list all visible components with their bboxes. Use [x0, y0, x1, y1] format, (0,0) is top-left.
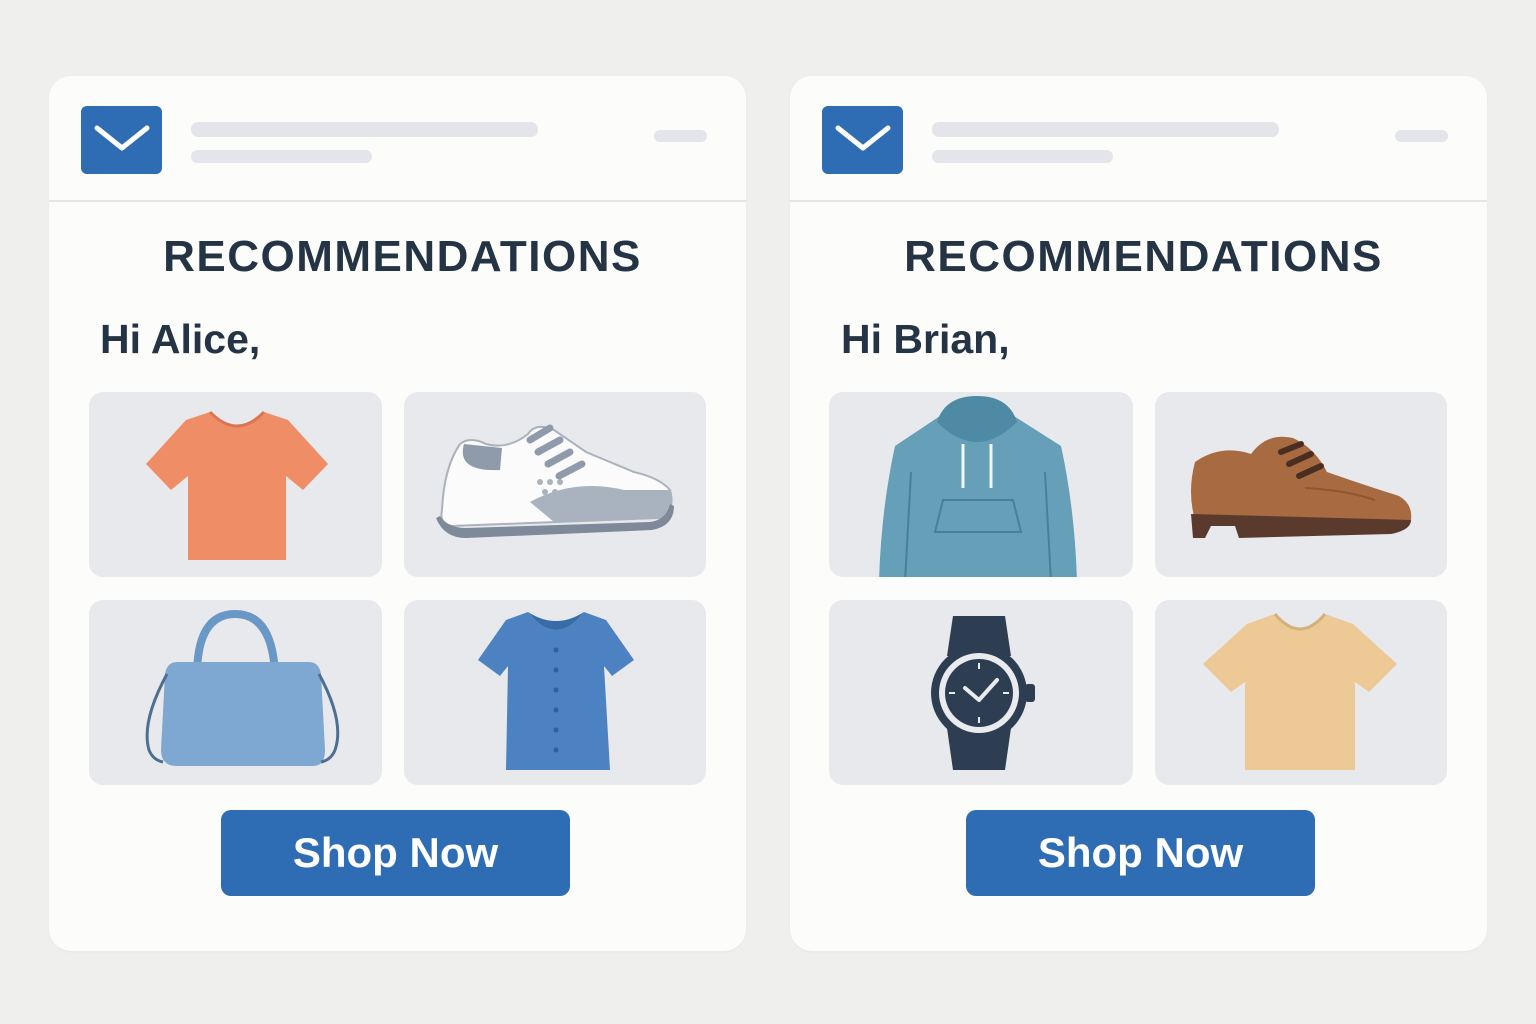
- sender-placeholder-line: [191, 122, 538, 137]
- product-card[interactable]: [1155, 392, 1447, 577]
- sender-placeholder-line: [932, 122, 1279, 137]
- product-card[interactable]: [1155, 600, 1447, 785]
- blue-blouse-icon: [478, 612, 634, 770]
- brown-shoe-icon: [1191, 436, 1412, 538]
- subject-placeholder-line: [932, 150, 1113, 163]
- greeting: Hi Alice,: [100, 316, 261, 362]
- email-header: [790, 76, 1487, 202]
- date-placeholder-line: [1395, 130, 1448, 142]
- wristwatch-icon: [931, 616, 1035, 770]
- white-sneaker-icon: [436, 424, 674, 538]
- product-card[interactable]: [89, 392, 382, 577]
- teal-hoodie-icon: [879, 396, 1077, 577]
- shop-now-button[interactable]: Shop Now: [221, 810, 570, 896]
- subject-placeholder-line: [191, 150, 372, 163]
- mail-icon: [81, 106, 162, 174]
- email-title: RECOMMENDATIONS: [163, 232, 642, 281]
- date-placeholder-line: [654, 130, 707, 142]
- product-card[interactable]: [829, 600, 1133, 785]
- email-card-brian: RECOMMENDATIONS Hi Brian, Shop Now: [790, 76, 1487, 951]
- mail-icon: [822, 106, 903, 174]
- product-card[interactable]: [404, 600, 706, 785]
- beige-tshirt-icon: [1203, 613, 1397, 770]
- greeting: Hi Brian,: [841, 316, 1010, 362]
- blue-handbag-icon: [145, 609, 340, 766]
- orange-tshirt-icon: [146, 410, 328, 560]
- product-card[interactable]: [829, 392, 1133, 577]
- product-card[interactable]: [404, 392, 706, 577]
- product-card[interactable]: [89, 600, 382, 785]
- email-card-alice: RECOMMENDATIONS Hi Alice, Shop Now: [49, 76, 746, 951]
- shop-now-button[interactable]: Shop Now: [966, 810, 1315, 896]
- email-header: [49, 76, 746, 202]
- email-title: RECOMMENDATIONS: [904, 232, 1383, 281]
